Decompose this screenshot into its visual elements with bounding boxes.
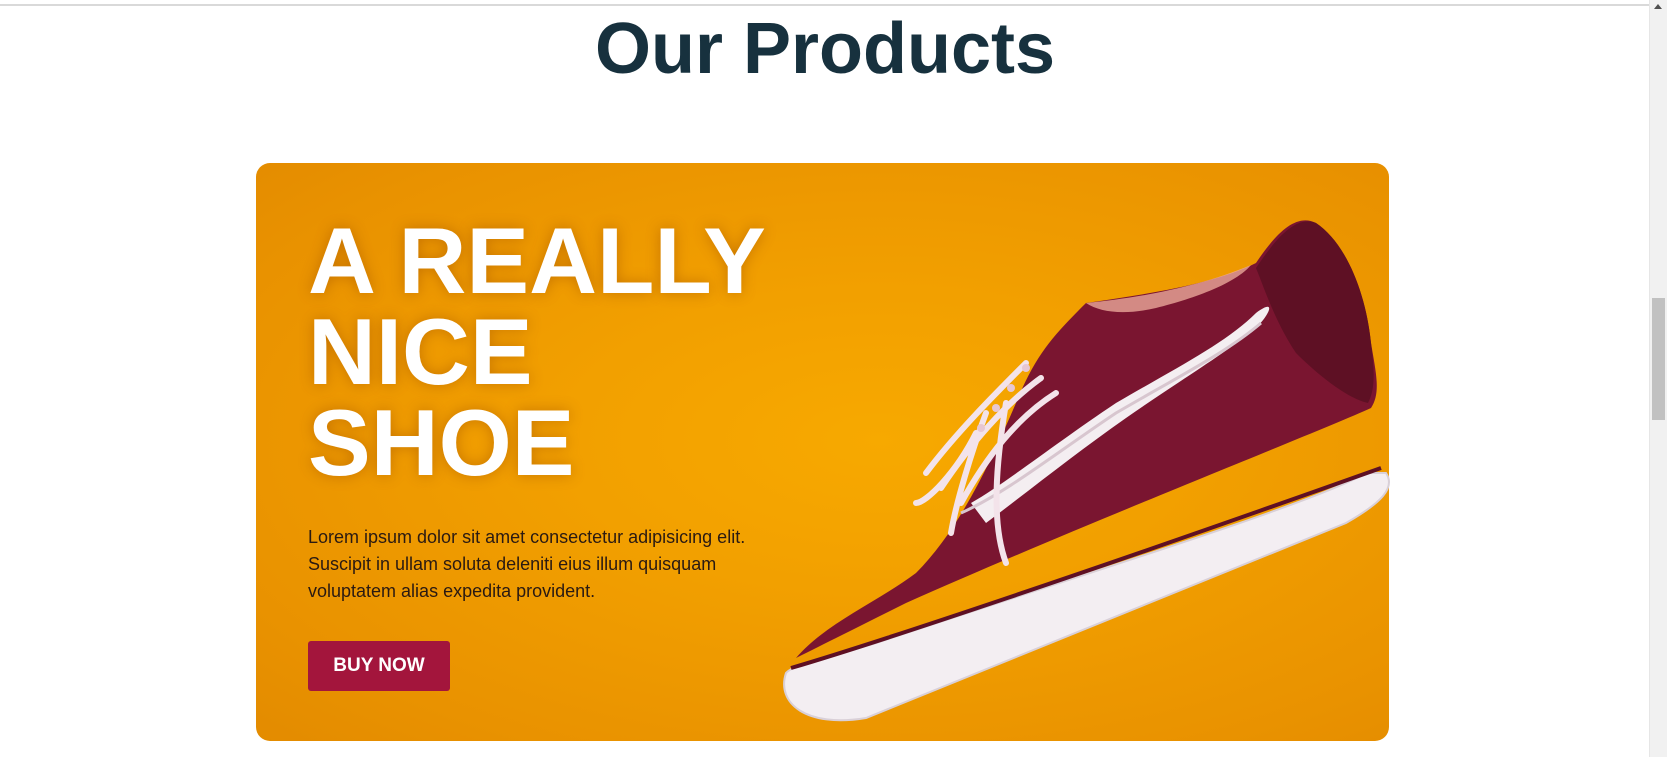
- hero-title-line-1: A REALLY: [308, 208, 766, 313]
- hero-title-line-3: SHOE: [308, 390, 575, 495]
- shoe-eyelet: [977, 424, 985, 432]
- hero-title: A REALLY NICE SHOE: [308, 208, 766, 495]
- shoe-eyelet: [1022, 364, 1030, 372]
- arrow-up-icon[interactable]: [1654, 4, 1662, 9]
- section-title: Our Products: [594, 9, 1056, 89]
- top-divider: [0, 4, 1650, 6]
- sneaker-image: [783, 220, 1391, 722]
- hero-description: Lorem ipsum dolor sit amet consectetur a…: [308, 527, 746, 601]
- vertical-scrollbar[interactable]: [1649, 0, 1667, 757]
- scrollbar-thumb[interactable]: [1652, 298, 1665, 420]
- product-hero-card: A REALLY NICE SHOE Lorem ipsum dolor sit…: [256, 163, 1391, 741]
- buy-now-button[interactable]: BUY NOW: [308, 641, 450, 691]
- shoe-eyelet: [992, 404, 1000, 412]
- shoe-eyelet: [1007, 384, 1015, 392]
- hero-title-line-2: NICE: [308, 299, 533, 404]
- page: Our Products A REALLY NICE SHOE Lorem ip…: [0, 0, 1667, 757]
